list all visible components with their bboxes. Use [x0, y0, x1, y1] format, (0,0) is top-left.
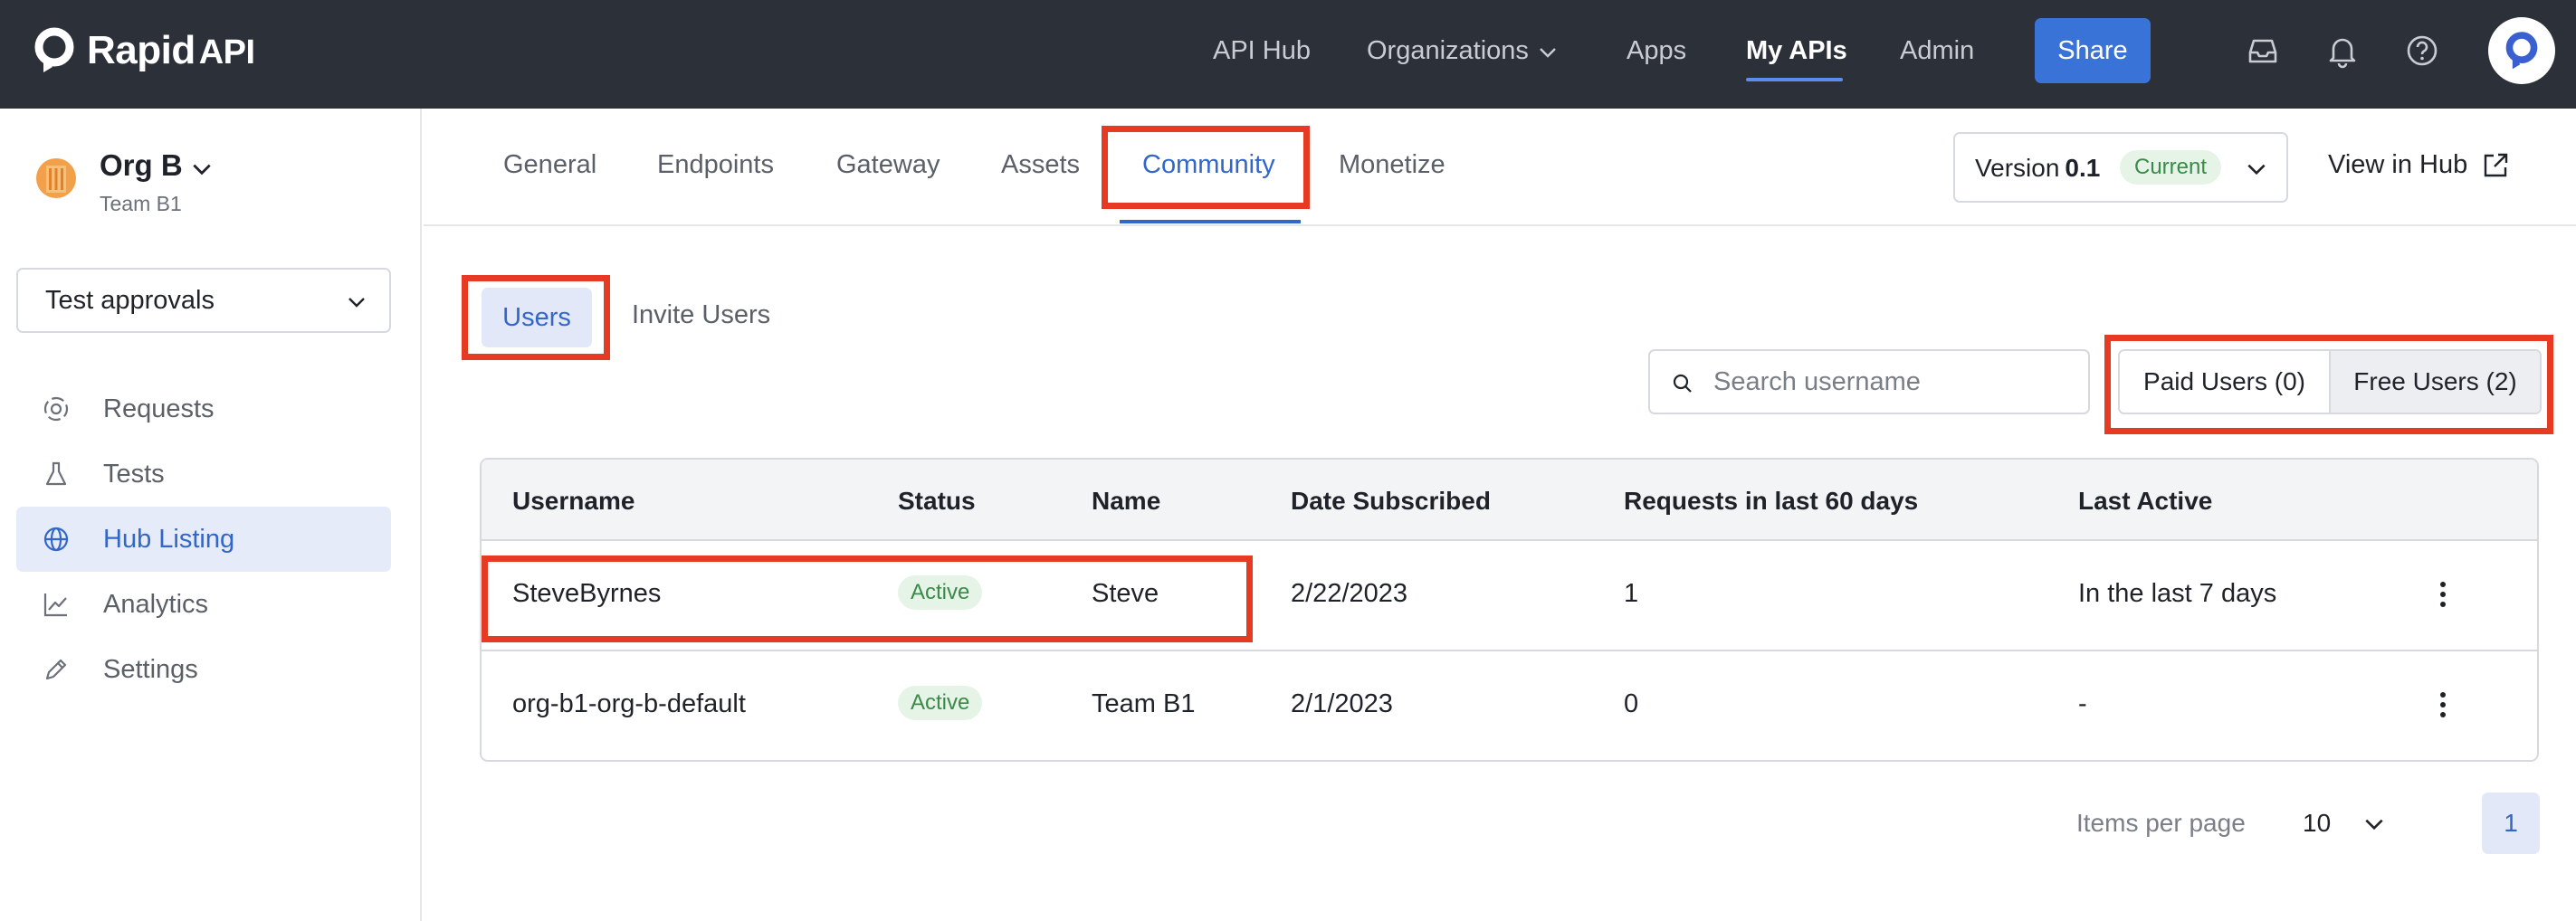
column-header-username[interactable]: Username	[512, 487, 634, 516]
chart-icon	[43, 593, 67, 617]
globe-icon	[43, 527, 69, 552]
highlight-box	[1102, 126, 1310, 209]
share-button[interactable]: Share	[2035, 18, 2151, 83]
sidebar-item-tests[interactable]: Tests	[16, 442, 391, 507]
tab-gateway[interactable]: Gateway	[836, 150, 940, 180]
sidebar-item-label: Settings	[103, 655, 198, 684]
cell-last-active: In the last 7 days	[2078, 579, 2277, 608]
rapidapi-logo-icon	[34, 27, 74, 72]
status-badge: Active	[898, 686, 983, 720]
chevron-down-icon	[1540, 48, 1556, 58]
table-header: Username Status Name Date Subscribed Req…	[482, 460, 2537, 541]
sidebar-item-label: Requests	[103, 394, 215, 423]
sidebar-item-label: Analytics	[103, 590, 209, 619]
help-icon[interactable]	[2404, 33, 2440, 69]
cell-username: org-b1-org-b-default	[512, 689, 746, 718]
team-name: Team B1	[100, 192, 182, 215]
current-badge: Current	[2120, 150, 2222, 185]
nav-my-apis[interactable]: My APIs	[1746, 31, 1847, 71]
search-username	[1648, 349, 2090, 414]
column-header-name[interactable]: Name	[1092, 487, 1160, 516]
cell-date-subscribed: 2/1/2023	[1291, 689, 1393, 718]
version-select[interactable]: Version 0.1 Current	[1953, 132, 2288, 203]
table-row[interactable]: org-b1-org-b-default Active Team B1 2/1/…	[482, 651, 2537, 760]
user-avatar[interactable]	[2488, 17, 2555, 84]
view-in-hub-link[interactable]: View in Hub	[2328, 150, 2467, 180]
sidebar-item-settings[interactable]: Settings	[16, 637, 391, 702]
project-select-value: Test approvals	[45, 285, 215, 315]
nav-active-underline	[1746, 78, 1843, 81]
external-link-icon[interactable]	[2480, 150, 2511, 181]
sidebar-item-label: Tests	[103, 460, 165, 489]
tab-endpoints[interactable]: Endpoints	[657, 150, 774, 180]
cell-requests: 1	[1624, 579, 1639, 608]
sidebar-item-hub-listing[interactable]: Hub Listing	[16, 507, 391, 572]
cell-date-subscribed: 2/22/2023	[1291, 579, 1408, 608]
tab-active-underline	[1120, 220, 1301, 223]
sidebar: Org B Team B1 Test approvals Requests Te…	[0, 109, 422, 921]
highlight-box	[2104, 335, 2553, 434]
logo-text: Rapid	[87, 28, 196, 72]
top-navbar: Rapid API API Hub Organizations Apps My A…	[0, 0, 2576, 109]
org-logo	[36, 158, 76, 198]
nav-apps[interactable]: Apps	[1627, 31, 1686, 71]
rapidapi-avatar-icon	[2505, 32, 2538, 70]
cell-name: Team B1	[1092, 689, 1196, 718]
chevron-down-icon	[2247, 164, 2266, 176]
requests-icon	[43, 396, 69, 422]
items-per-page-label: Items per page	[2076, 809, 2246, 837]
chevron-down-icon[interactable]	[2362, 812, 2386, 836]
rapidapi-logo[interactable]: Rapid API	[31, 24, 255, 78]
nav-organizations-label: Organizations	[1367, 36, 1529, 65]
highlight-box	[482, 555, 1253, 642]
subtab-invite-users[interactable]: Invite Users	[632, 300, 770, 330]
sidebar-item-analytics[interactable]: Analytics	[16, 572, 391, 637]
highlight-box	[462, 275, 610, 360]
inbox-icon[interactable]	[2245, 33, 2281, 69]
nav-organizations[interactable]: Organizations	[1367, 31, 1556, 71]
sidebar-item-requests[interactable]: Requests	[16, 376, 391, 442]
column-header-requests[interactable]: Requests in last 60 days	[1624, 487, 1918, 516]
page-button[interactable]: 1	[2482, 793, 2540, 854]
version-number: 0.1	[2065, 154, 2101, 182]
tab-monetize[interactable]: Monetize	[1339, 150, 1445, 180]
items-per-page-select[interactable]: 10	[2303, 809, 2331, 838]
logo-suffix: API	[198, 33, 255, 71]
project-select[interactable]: Test approvals	[16, 268, 391, 333]
sidebar-item-label: Hub Listing	[103, 525, 235, 554]
search-icon	[1673, 374, 1692, 393]
cell-last-active: -	[2078, 689, 2087, 718]
org-name[interactable]: Org B	[100, 148, 183, 183]
column-header-status[interactable]: Status	[898, 487, 976, 516]
bell-icon[interactable]	[2324, 33, 2361, 69]
tab-assets[interactable]: Assets	[1001, 150, 1080, 180]
search-input[interactable]	[1713, 360, 2075, 404]
org-chevron-down-icon[interactable]	[190, 157, 214, 181]
more-vertical-icon[interactable]	[2429, 579, 2457, 610]
version-label: Version	[1975, 154, 2060, 182]
nav-admin[interactable]: Admin	[1900, 31, 1974, 71]
more-vertical-icon[interactable]	[2429, 689, 2457, 720]
pencil-icon	[45, 659, 67, 680]
nav-api-hub[interactable]: API Hub	[1213, 31, 1311, 71]
cell-requests: 0	[1624, 689, 1639, 718]
tab-general[interactable]: General	[503, 150, 596, 180]
chevron-down-icon	[348, 298, 365, 308]
column-header-last-active[interactable]: Last Active	[2078, 487, 2212, 516]
org-building-icon	[46, 166, 66, 193]
flask-icon	[45, 461, 67, 486]
column-header-date-subscribed[interactable]: Date Subscribed	[1291, 487, 1491, 516]
